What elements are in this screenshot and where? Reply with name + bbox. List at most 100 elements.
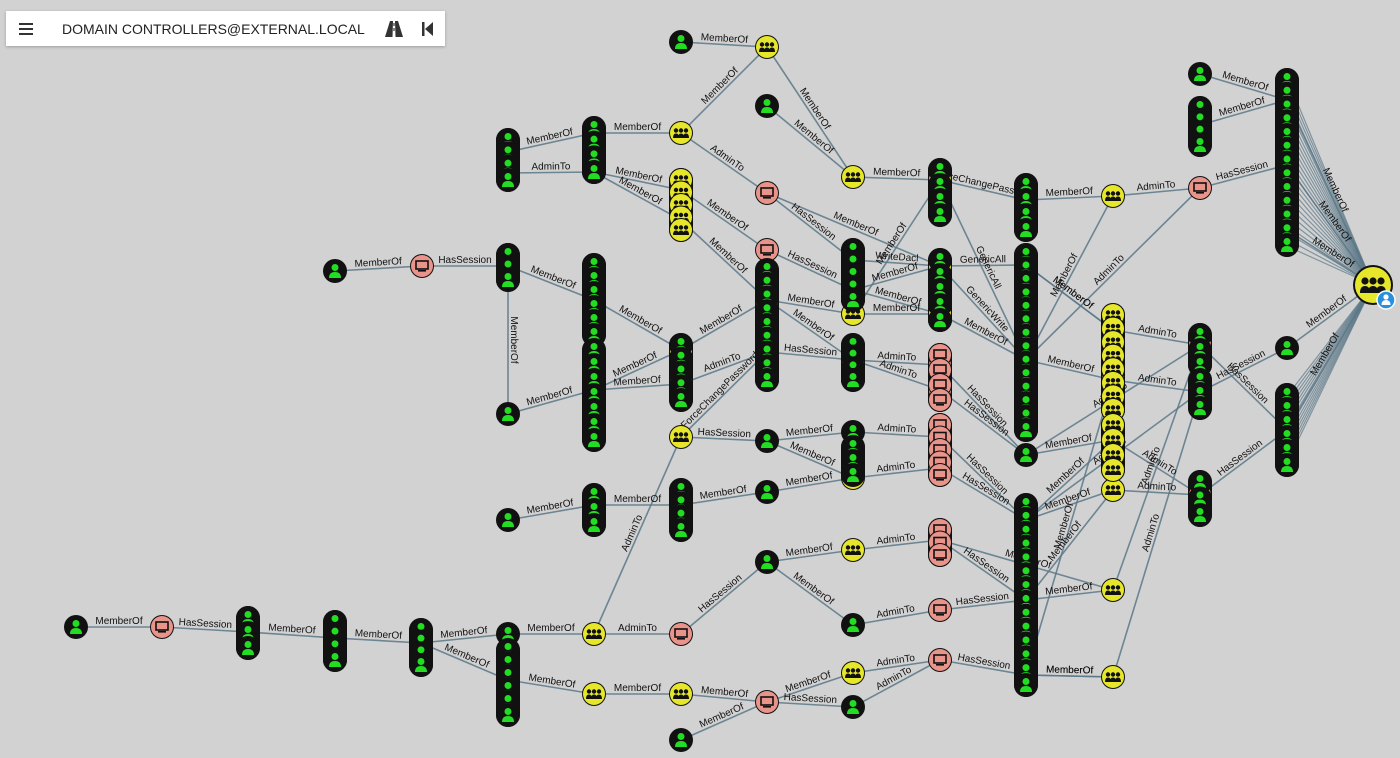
user-icon <box>590 388 598 395</box>
search-input[interactable]: DOMAIN CONTROLLERS@EXTERNAL.LOCAL <box>62 21 377 37</box>
edge-label: MemberOf <box>784 669 832 695</box>
group-icon <box>1102 579 1124 601</box>
user-node[interactable] <box>841 368 865 392</box>
user-node[interactable] <box>1014 443 1038 467</box>
group-node[interactable] <box>669 682 693 706</box>
user-node[interactable] <box>755 550 779 574</box>
user-icon <box>1196 343 1204 350</box>
user-node[interactable] <box>755 94 779 118</box>
group-node[interactable] <box>841 538 865 562</box>
user-node[interactable] <box>841 695 865 719</box>
edge-label: MemberOf <box>1221 70 1270 94</box>
computer-node[interactable] <box>928 648 952 672</box>
group-node[interactable] <box>1101 578 1125 602</box>
group-node[interactable] <box>582 622 606 646</box>
user-node[interactable] <box>669 388 693 412</box>
computer-node[interactable] <box>928 598 952 622</box>
user-icon <box>331 640 339 648</box>
group-node[interactable] <box>669 425 693 449</box>
user-node[interactable] <box>323 648 347 672</box>
user-node[interactable] <box>323 259 347 283</box>
user-node[interactable] <box>841 613 865 637</box>
user-node[interactable] <box>755 480 779 504</box>
user-icon <box>677 483 685 490</box>
user-node[interactable] <box>755 429 779 453</box>
user-node[interactable] <box>1188 133 1212 157</box>
user-icon <box>849 243 857 250</box>
user-icon <box>590 403 598 410</box>
computer-node[interactable] <box>410 254 434 278</box>
user-node[interactable] <box>669 518 693 542</box>
computer-node[interactable] <box>755 690 779 714</box>
user-node[interactable] <box>1275 336 1299 360</box>
graph-edge <box>680 561 768 635</box>
computer-node[interactable] <box>669 622 693 646</box>
user-node[interactable] <box>1188 503 1212 527</box>
group-node[interactable] <box>1101 665 1125 689</box>
group-node[interactable] <box>841 165 865 189</box>
user-node[interactable] <box>64 615 88 639</box>
computer-node[interactable] <box>928 543 952 567</box>
graph-edge <box>680 701 768 741</box>
edge-label: AdminTo <box>1136 179 1176 194</box>
user-node[interactable] <box>1014 218 1038 242</box>
user-icon <box>1196 373 1204 380</box>
group-node[interactable] <box>582 682 606 706</box>
user-node[interactable] <box>1275 233 1299 257</box>
menu-button[interactable] <box>6 11 46 46</box>
user-node[interactable] <box>582 160 606 184</box>
graph-edge-labels: MemberOf HasSession MemberOf MemberOf Member… <box>95 32 1356 730</box>
bloodhound-graph-canvas[interactable]: MemberOf HasSession MemberOf MemberOf Member… <box>0 0 1400 758</box>
edge-label: MemberOf <box>698 304 745 337</box>
graph-edge <box>680 299 768 351</box>
user-icon <box>590 165 598 172</box>
computer-node[interactable] <box>1188 176 1212 200</box>
edge-label: HasSession <box>786 249 839 281</box>
user-node[interactable] <box>1014 673 1038 697</box>
user-icon <box>504 695 512 702</box>
user-node[interactable] <box>1275 453 1299 477</box>
group-node[interactable] <box>755 35 779 59</box>
computer-node[interactable] <box>755 181 779 205</box>
user-node[interactable] <box>928 203 952 227</box>
user-node[interactable] <box>496 703 520 727</box>
user-node[interactable] <box>669 728 693 752</box>
computer-node[interactable] <box>928 388 952 412</box>
group-node[interactable] <box>1101 184 1125 208</box>
user-node[interactable] <box>1188 62 1212 86</box>
user-node[interactable] <box>496 402 520 426</box>
group-node[interactable] <box>841 661 865 685</box>
user-node[interactable] <box>582 513 606 537</box>
user-node[interactable] <box>496 168 520 192</box>
user-node[interactable] <box>496 508 520 532</box>
user-node[interactable] <box>582 428 606 452</box>
pathfinding-button[interactable] <box>377 11 411 46</box>
edge-label: HasSession <box>961 546 1011 586</box>
user-icon <box>1196 508 1204 515</box>
graph-nodes[interactable] <box>64 30 1396 752</box>
user-icon <box>763 276 771 284</box>
user-icon <box>1022 396 1030 404</box>
user-node[interactable] <box>236 636 260 660</box>
user-node[interactable] <box>669 30 693 54</box>
user-node[interactable] <box>755 368 779 392</box>
user-icon <box>849 349 857 357</box>
group-node[interactable] <box>1101 458 1125 482</box>
graph-edge <box>939 436 1027 521</box>
user-icon <box>1022 448 1030 455</box>
edge-label: MemberOf <box>614 494 661 505</box>
graph-edge <box>680 219 768 301</box>
user-node[interactable] <box>1188 396 1212 420</box>
user-node[interactable] <box>841 288 865 312</box>
computer-node[interactable] <box>150 615 174 639</box>
user-node[interactable] <box>1014 418 1038 442</box>
user-node[interactable] <box>496 268 520 292</box>
user-node[interactable] <box>928 308 952 332</box>
user-node[interactable] <box>409 653 433 677</box>
computer-node[interactable] <box>928 463 952 487</box>
user-icon <box>504 708 512 715</box>
back-button[interactable] <box>411 11 445 46</box>
user-node[interactable] <box>841 463 865 487</box>
group-node[interactable] <box>669 218 693 242</box>
group-node[interactable] <box>669 121 693 145</box>
